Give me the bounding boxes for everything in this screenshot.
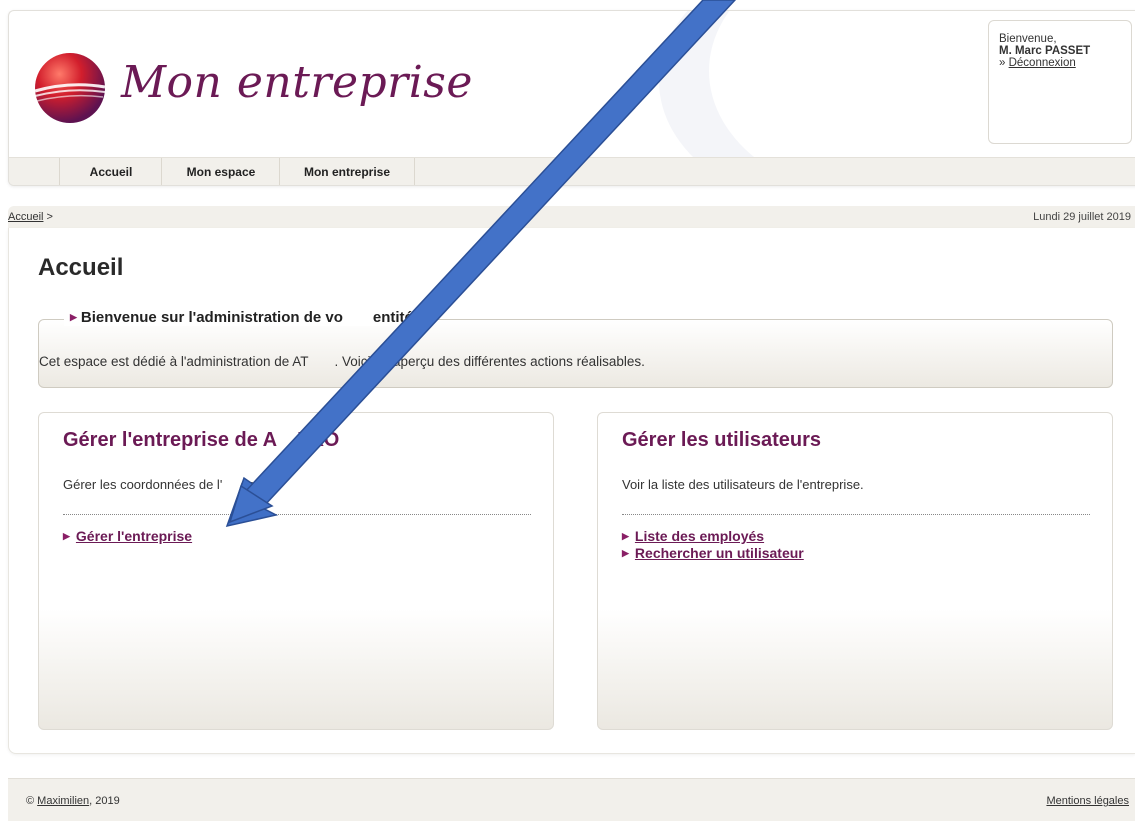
search-user-link[interactable]: ▶ Rechercher un utilisateur [622,545,804,562]
welcome-legend: ▶ Bienvenue sur l'administration de vo ent… [64,309,421,326]
panel-divider [63,514,531,515]
breadcrumb-home-link[interactable]: Accueil [8,211,43,223]
company-link[interactable]: Maximilien [37,795,89,807]
panel-title: Gérer les utilisateurs [622,429,821,451]
greeting-text: Bienvenue, [999,33,1057,45]
user-box: Bienvenue, M. Marc PASSET » Déconnexion [988,20,1132,144]
copyright-year: , 2019 [89,795,120,807]
panel-description: Gérer les coordonnées de l' eprise. [63,477,280,492]
welcome-text: Cet espace est dédié à l'administration … [39,354,645,369]
triangle-right-icon: ▶ [63,531,70,541]
logout-link[interactable]: Déconnexion [1009,57,1076,69]
legal-notice-link[interactable]: Mentions légales [1046,779,1129,823]
page-title: Accueil [38,254,124,281]
copyright-symbol: © [26,795,35,807]
panel-description: Voir la liste des utilisateurs de l'entr… [622,477,864,492]
logo-text: Mon entreprise [121,57,473,108]
triangle-right-icon: ▶ [70,312,77,322]
panel-divider [622,514,1090,515]
logout-prefix: » [999,57,1006,69]
panel-links: ▶ Liste des employés ▶ Rechercher un utili… [622,528,804,562]
nav-item-mon-entreprise[interactable]: Mon entreprise [279,158,415,185]
manage-company-link[interactable]: ▶ Gérer l'entreprise [63,528,192,545]
main-nav: Accueil Mon espace Mon entreprise [9,157,1135,185]
site-header: Mon entreprise Accueil Mon espace Mon en… [8,10,1135,186]
logo-icon[interactable] [33,51,107,125]
nav-item-mon-espace[interactable]: Mon espace [161,158,280,185]
panel-title: Gérer l'entreprise de A EXO [63,429,340,451]
employee-list-link[interactable]: ▶ Liste des employés [622,528,804,545]
nav-item-accueil[interactable]: Accueil [59,158,162,185]
breadcrumb: Accueil > Lundi 29 juillet 2019 [8,206,1135,228]
breadcrumb-separator: > [46,211,53,223]
triangle-right-icon: ▶ [622,531,629,541]
site-footer: © Maximilien, 2019 Mentions légales [8,778,1135,821]
panel-links: ▶ Gérer l'entreprise [63,528,192,545]
panel-manage-company: Gérer l'entreprise de A EXO Gérer les coo… [38,412,554,730]
current-date: Lundi 29 juillet 2019 [1033,211,1131,223]
triangle-right-icon: ▶ [622,548,629,558]
user-name: M. Marc PASSET [999,45,1091,57]
panel-manage-users: Gérer les utilisateurs Voir la liste des… [597,412,1113,730]
